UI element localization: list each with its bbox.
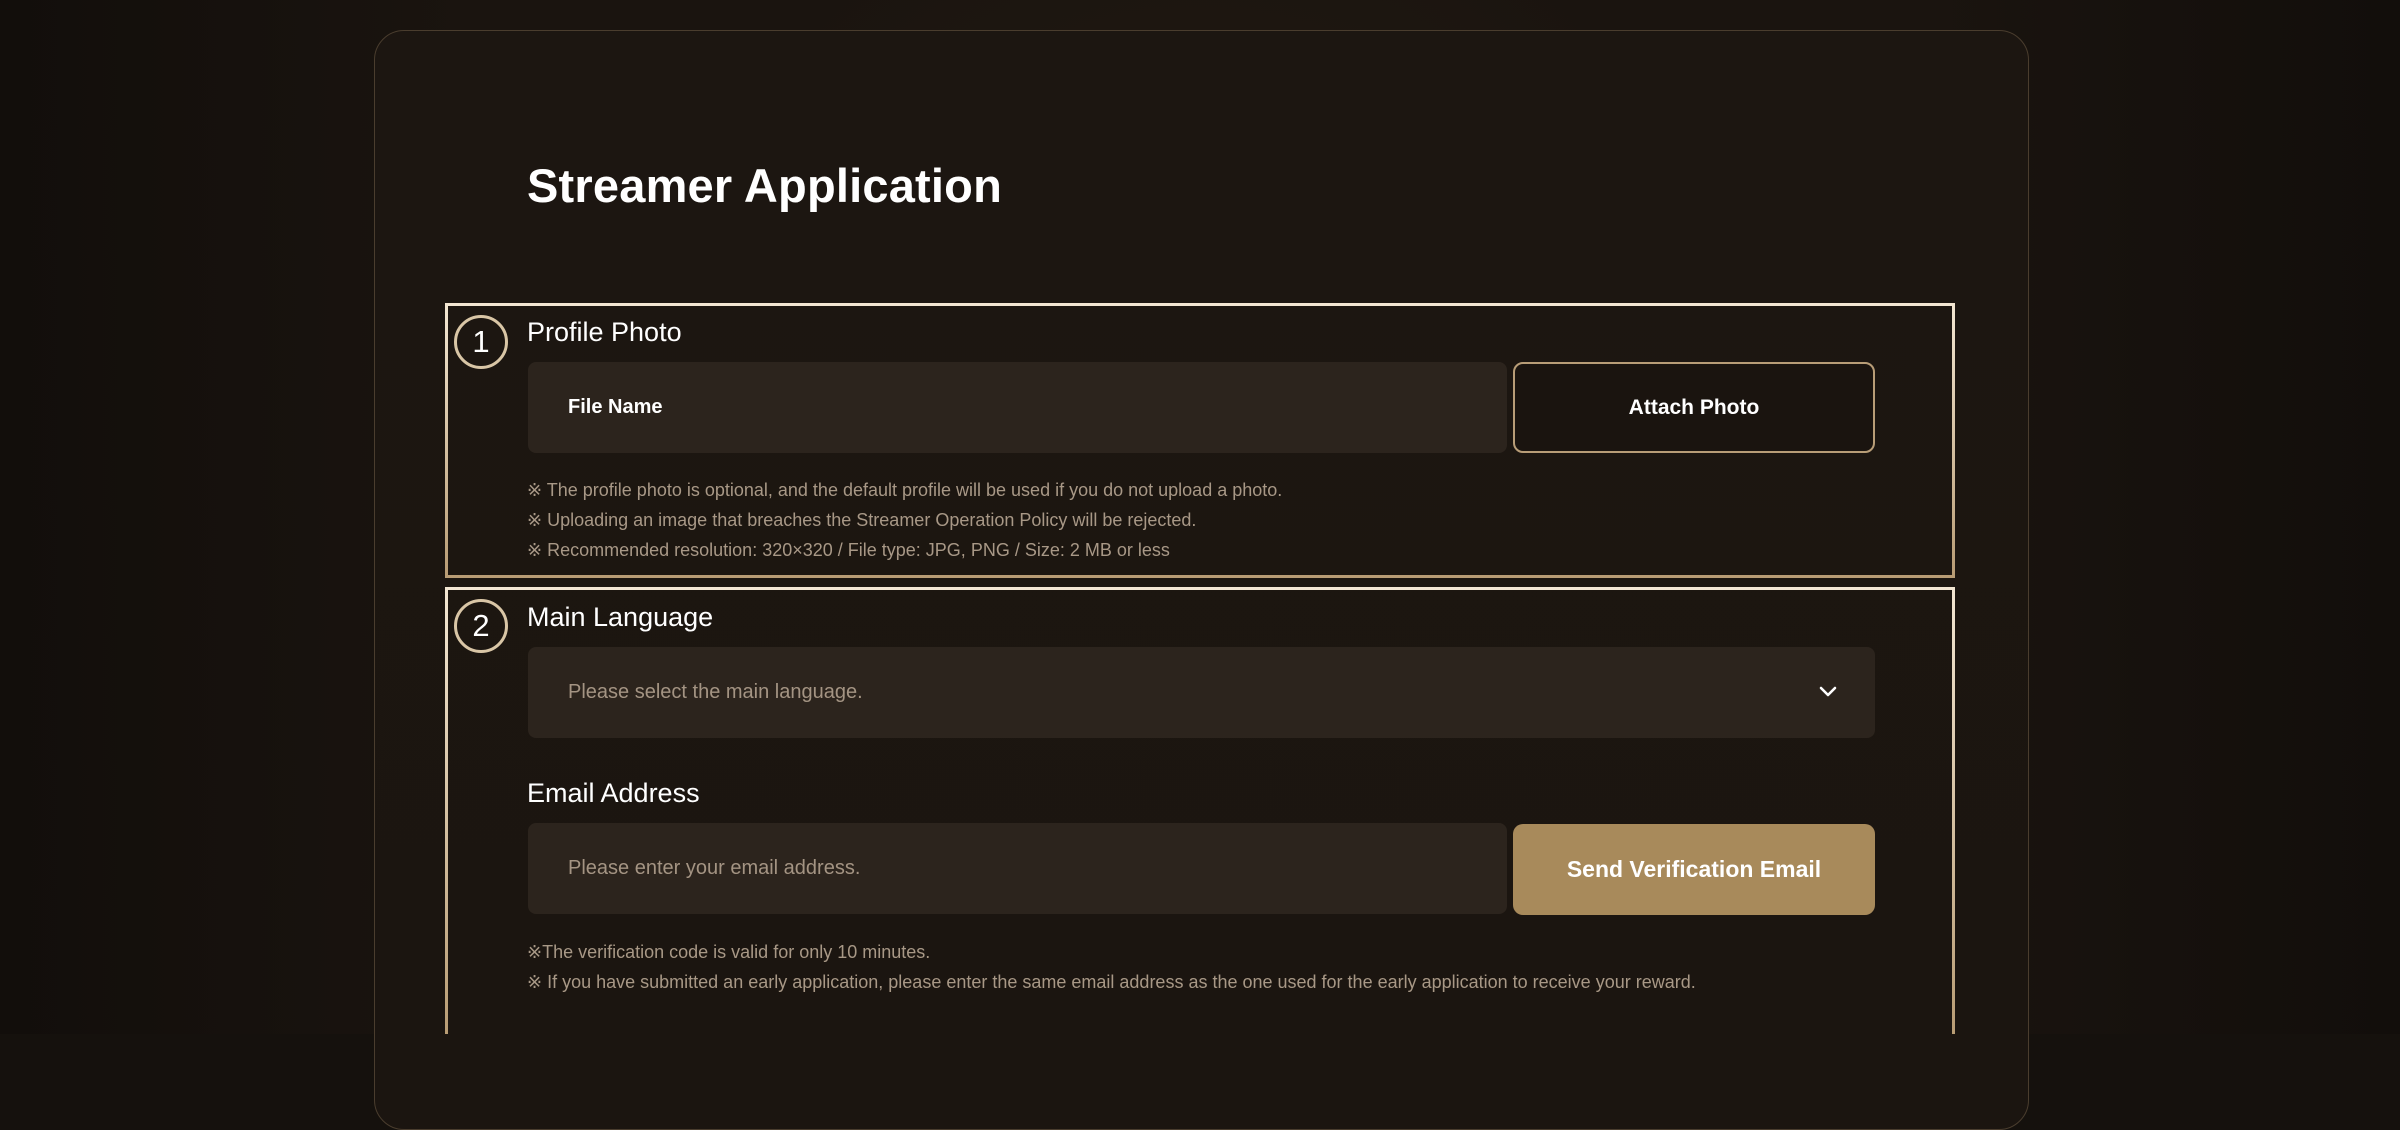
send-verification-email-button[interactable]: Send Verification Email — [1513, 824, 1875, 915]
email-address-label: Email Address — [527, 778, 700, 808]
file-name-field[interactable]: File Name — [528, 362, 1507, 453]
attach-photo-label: Attach Photo — [1628, 395, 1760, 419]
profile-photo-note-2: ※ Uploading an image that breaches the S… — [527, 510, 1197, 530]
profile-photo-note-1: ※ The profile photo is optional, and the… — [527, 480, 1283, 500]
email-placeholder: Please enter your email address. — [568, 857, 861, 879]
email-input[interactable]: Please enter your email address. — [528, 823, 1507, 914]
main-language-label: Main Language — [527, 602, 714, 632]
main-language-placeholder: Please select the main language. — [568, 681, 863, 703]
page-title: Streamer Application — [527, 159, 1002, 212]
attach-photo-button[interactable]: Attach Photo — [1513, 362, 1875, 453]
profile-photo-note-3: ※ Recommended resolution: 320×320 / File… — [527, 540, 1170, 560]
email-note-2: ※ If you have submitted an early applica… — [527, 972, 1696, 992]
step-number-badge: 2 — [454, 599, 508, 653]
step-number-badge: 1 — [454, 315, 508, 369]
send-verification-email-label: Send Verification Email — [1566, 856, 1822, 882]
file-name-placeholder: File Name — [568, 396, 663, 418]
chevron-down-icon — [1819, 686, 1837, 696]
profile-photo-label: Profile Photo — [527, 317, 682, 347]
email-note-1: ※The verification code is valid for only… — [527, 942, 931, 962]
main-language-select[interactable]: Please select the main language. — [528, 647, 1875, 738]
